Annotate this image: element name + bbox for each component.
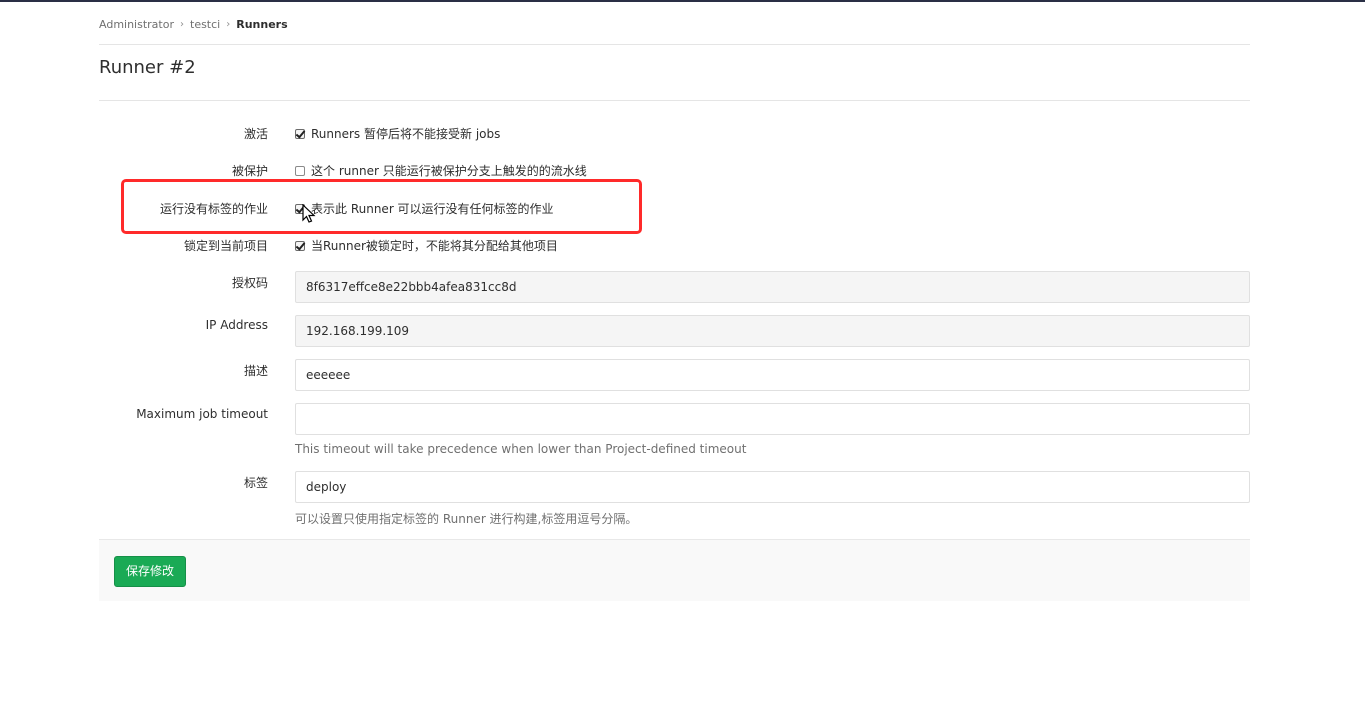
active-checkbox-text: Runners 暂停后将不能接受新 jobs (311, 127, 501, 141)
protected-checkbox-text: 这个 runner 只能运行被保护分支上触发的的流水线 (311, 164, 587, 178)
breadcrumb-link-testci[interactable]: testci (190, 18, 220, 31)
protected-checkbox[interactable] (295, 165, 305, 176)
ip-address-field[interactable]: 192.168.199.109 (295, 315, 1250, 347)
locked-checkbox-text: 当Runner被锁定时，不能将其分配给其他项目 (311, 239, 558, 253)
protected-checkbox-row[interactable]: 这个 runner 只能运行被保护分支上触发的的流水线 (295, 162, 587, 179)
token-label: 授权码 (231, 276, 268, 290)
tags-help: 可以设置只使用指定标签的 Runner 进行构建,标签用逗号分隔。 (295, 512, 638, 526)
token-field[interactable]: 8f6317effce8e22bbb4afea831cc8d (295, 271, 1250, 303)
active-label: 激活 (243, 127, 268, 141)
protected-label: 被保护 (231, 164, 268, 178)
divider (99, 100, 1250, 101)
locked-checkbox[interactable] (295, 240, 305, 251)
run-untagged-checkbox-row[interactable]: 表示此 Runner 可以运行没有任何标签的作业 (295, 200, 554, 217)
tags-label: 标签 (243, 476, 268, 490)
max-timeout-help: This timeout will take precedence when l… (295, 442, 747, 456)
page-title: Runner #2 (99, 57, 196, 78)
active-checkbox[interactable] (295, 128, 305, 139)
tags-input[interactable]: deploy (295, 471, 1250, 503)
top-nav-edge (0, 0, 1365, 2)
run-untagged-checkbox[interactable] (295, 203, 305, 214)
run-untagged-checkbox-text: 表示此 Runner 可以运行没有任何标签的作业 (311, 202, 554, 216)
locked-label: 锁定到当前项目 (183, 239, 268, 253)
chevron-right-icon: › (180, 18, 184, 30)
description-label: 描述 (243, 364, 268, 378)
active-checkbox-row[interactable]: Runners 暂停后将不能接受新 jobs (295, 125, 500, 142)
ip-address-label: IP Address (205, 318, 268, 332)
chevron-right-icon: › (226, 18, 231, 30)
max-timeout-input[interactable] (295, 403, 1250, 435)
description-input[interactable]: eeeeee (295, 359, 1250, 391)
form-actions: 保存修改 (99, 539, 1250, 601)
breadcrumb: Administrator › testci › Runners (99, 17, 288, 31)
breadcrumb-link-administrator[interactable]: Administrator (99, 18, 174, 31)
breadcrumb-current[interactable]: Runners (236, 18, 287, 31)
divider (99, 44, 1250, 45)
max-timeout-label: Maximum job timeout (136, 407, 268, 421)
run-untagged-label: 运行没有标签的作业 (159, 202, 268, 216)
save-changes-button[interactable]: 保存修改 (114, 556, 186, 587)
locked-checkbox-row[interactable]: 当Runner被锁定时，不能将其分配给其他项目 (295, 237, 558, 254)
